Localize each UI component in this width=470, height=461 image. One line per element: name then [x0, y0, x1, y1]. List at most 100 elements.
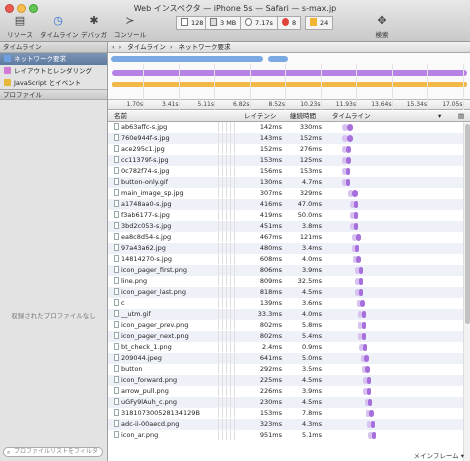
table-row[interactable]: line.png 809ms 32.5ms — [108, 276, 470, 287]
table-row[interactable]: a1748aa0-s.jpg 416ms 47.0ms — [108, 199, 470, 210]
time-tick-label: 13.64s — [371, 101, 392, 108]
timeline-column-header[interactable]: タイムライン — [332, 111, 371, 121]
warning-value: 24 — [320, 19, 329, 27]
search-button[interactable]: ✥ 検索 — [364, 14, 400, 40]
table-row[interactable]: 760e944f-s.jpg 143ms 152ms — [108, 133, 470, 144]
column-separator — [230, 298, 231, 308]
sidebar-item-label: ネットワーク要求 — [14, 55, 66, 63]
table-row[interactable]: icon_forward.png 225ms 4.5ms — [108, 375, 470, 386]
table-row[interactable]: icon_pager_last.png 818ms 4.5ms — [108, 287, 470, 298]
column-separator — [226, 298, 227, 308]
table-row[interactable]: icon_ar.png 951ms 5.1ms — [108, 430, 470, 441]
table-row[interactable]: ace295c1.jpg 152ms 276ms — [108, 144, 470, 155]
column-separator — [222, 265, 223, 275]
frame-selector[interactable]: メインフレーム ▾ — [414, 451, 464, 461]
table-row[interactable]: main_image_sp.jpg 307ms 329ms — [108, 188, 470, 199]
duration-cell: 0.9ms — [301, 343, 322, 351]
file-icon — [114, 233, 119, 240]
table-row[interactable]: 318107300528134129B 153ms 7.8ms — [108, 408, 470, 419]
file-icon — [114, 310, 119, 317]
latency-column-header[interactable]: レイテンシ — [244, 111, 276, 121]
table-row[interactable]: 97a43a62.jpg 480ms 3.4ms — [108, 243, 470, 254]
console-tab-button[interactable]: ≻ コンソール — [112, 14, 148, 40]
breadcrumb-network[interactable]: ネットワーク要求 — [179, 43, 231, 51]
sidebar-item-layout[interactable]: レイアウトとレンダリング — [0, 65, 107, 77]
table-row[interactable]: ab63affc-s.jpg 142ms 330ms — [108, 122, 470, 133]
error-value: 8 — [292, 19, 297, 27]
table-row[interactable]: c 139ms 3.6ms — [108, 298, 470, 309]
resource-name: __utm.gif — [114, 309, 214, 320]
script-overview-bar — [112, 82, 467, 87]
resource-name-text: cc11379f-s.jpg — [121, 156, 169, 164]
table-row[interactable]: 3bd2c053-s.jpg 451ms 3.8ms — [108, 221, 470, 232]
profile-filter-input[interactable]: ⌕ プロファイルリストをフィルタ — [3, 447, 103, 457]
time-stat[interactable]: 7.17s — [240, 16, 278, 30]
table-row[interactable]: 14814270-s.jpg 608ms 4.0ms — [108, 254, 470, 265]
column-separator — [230, 232, 231, 242]
table-row[interactable]: arrow_pull.png 226ms 3.9ms — [108, 386, 470, 397]
column-options-icon[interactable]: ▤ — [458, 111, 464, 121]
table-row[interactable]: 209044.jpeg 641ms 5.0ms — [108, 353, 470, 364]
column-separator — [218, 221, 219, 231]
duration-segment — [362, 344, 368, 351]
duration-column-header[interactable]: 継続時間 — [290, 111, 316, 121]
timeline-overview[interactable]: 1.70s 3.41s 5.11s 6.82s 8.52s 10.23s 11.93s 13.… — [108, 53, 470, 110]
column-separator — [234, 254, 235, 264]
table-row[interactable]: bt_check_1.png 2.4ms 0.9ms — [108, 342, 470, 353]
name-column-header[interactable]: 名前 — [114, 111, 127, 121]
resource-count[interactable]: 128 — [176, 16, 209, 30]
table-scrollbar[interactable] — [463, 122, 470, 461]
back-icon[interactable]: ‹ — [112, 43, 115, 51]
warning-count[interactable]: 24 — [305, 16, 334, 30]
resource-name-text: ea8c8d54-s.jpg — [121, 233, 172, 241]
column-separator — [222, 298, 223, 308]
file-icon — [114, 200, 119, 207]
duration-segment — [371, 432, 377, 439]
duration-cell: 125ms — [299, 156, 322, 164]
error-count[interactable]: 8 — [277, 16, 302, 30]
table-row[interactable]: button-only.gif 130ms 4.7ms — [108, 177, 470, 188]
table-row[interactable]: f3ab6177-s.jpg 419ms 50.0ms — [108, 210, 470, 221]
sort-icon[interactable]: ▾ — [438, 111, 441, 121]
column-separator — [234, 331, 235, 341]
duration-segment — [369, 410, 374, 417]
latency-cell: 467ms — [259, 233, 282, 241]
file-icon — [114, 321, 119, 328]
table-row[interactable]: 0c782f74-s.jpg 156ms 153ms — [108, 166, 470, 177]
resource-name: button — [114, 364, 214, 375]
column-separator — [226, 331, 227, 341]
time-tick-label: 8.52s — [268, 101, 286, 108]
table-row[interactable]: adc-ii-00aecd.png 323ms 4.3ms — [108, 419, 470, 430]
column-separator — [234, 177, 235, 187]
table-row[interactable]: button 292ms 3.5ms — [108, 364, 470, 375]
table-row[interactable]: icon_pager_next.png 802ms 5.4ms — [108, 331, 470, 342]
resources-tab-button[interactable]: ▤ リソース — [2, 14, 38, 40]
sidebar-item-network[interactable]: ネットワーク要求 — [0, 53, 107, 65]
timeline-bar — [342, 135, 353, 142]
column-separator — [230, 430, 231, 440]
size-stat[interactable]: 3 MB — [205, 16, 242, 30]
column-separator — [222, 232, 223, 242]
table-row[interactable]: icon_pager_first.png 806ms 3.9ms — [108, 265, 470, 276]
table-row[interactable]: uGFy9lAuh_c.png 230ms 4.5ms — [108, 397, 470, 408]
duration-segment — [360, 300, 365, 307]
breadcrumb-timeline[interactable]: タイムライン — [127, 43, 166, 51]
scrollbar-thumb[interactable] — [465, 124, 470, 324]
column-separator — [230, 353, 231, 363]
crosshair-icon: ✥ — [377, 14, 387, 27]
sidebar-item-javascript[interactable]: JavaScript とイベント — [0, 77, 107, 89]
table-header: 名前 レイテンシ 継続時間 タイムライン ▾ ▤ — [108, 111, 470, 122]
table-row[interactable]: __utm.gif 33.3ms 4.0ms — [108, 309, 470, 320]
resource-name-text: button — [121, 365, 143, 373]
column-separator — [226, 430, 227, 440]
column-separator — [222, 342, 223, 352]
table-row[interactable]: ea8c8d54-s.jpg 467ms 121ms — [108, 232, 470, 243]
forward-icon[interactable]: › — [119, 43, 122, 51]
table-row[interactable]: icon_pager_prev.png 802ms 5.8ms — [108, 320, 470, 331]
time-tick-label: 5.11s — [197, 101, 215, 108]
timeline-bar — [352, 256, 361, 263]
column-separator — [230, 419, 231, 429]
debugger-tab-button[interactable]: ✱ デバッガ — [76, 14, 112, 40]
timeline-tab-button[interactable]: ◷ タイムライン — [40, 14, 79, 40]
table-row[interactable]: cc11379f-s.jpg 153ms 125ms — [108, 155, 470, 166]
